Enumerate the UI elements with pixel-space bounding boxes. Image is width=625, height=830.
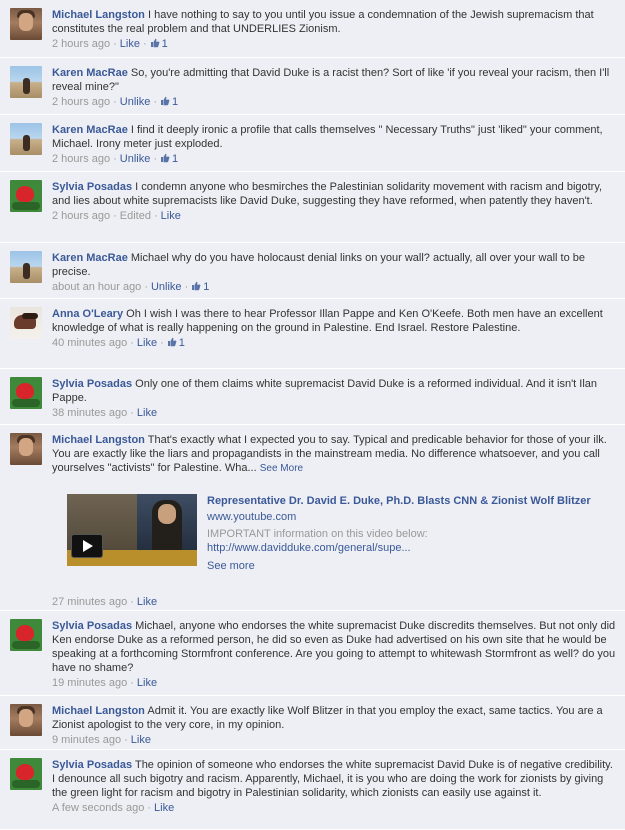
comment-author[interactable]: Michael Langston — [52, 705, 145, 717]
avatar[interactable] — [10, 758, 42, 790]
comment-item: Michael Langston Admit it. You are exact… — [0, 696, 625, 750]
attachment-see-more-link[interactable]: See more — [207, 559, 607, 573]
comment-timestamp: 2 hours ago — [52, 96, 111, 108]
comment-item: Michael Langston I have nothing to say t… — [0, 0, 625, 58]
comment-timestamp: 40 minutes ago — [52, 337, 128, 349]
like-count[interactable]: 1 — [167, 337, 185, 349]
comment-author[interactable]: Anna O'Leary — [52, 308, 123, 320]
thumbs-up-icon — [150, 38, 160, 48]
comment-author[interactable]: Karen MacRae — [52, 252, 128, 264]
edited-label[interactable]: Edited — [120, 210, 151, 222]
comment-author[interactable]: Sylvia Posadas — [52, 181, 132, 193]
comment-meta: about an hour ago · Unlike · 1 — [52, 281, 210, 293]
comment-meta: 2 hours ago · Edited · Like — [52, 210, 181, 222]
comment-timestamp: about an hour ago — [52, 281, 142, 293]
avatar[interactable] — [10, 619, 42, 651]
like-button[interactable]: Like — [137, 596, 157, 608]
comment-item: Sylvia Posadas The opinion of someone wh… — [0, 750, 625, 830]
like-count[interactable]: 1 — [160, 96, 178, 108]
unlike-button[interactable]: Unlike — [151, 281, 182, 293]
comment-timestamp: 19 minutes ago — [52, 677, 128, 689]
comment-item: Karen MacRae I find it deeply ironic a p… — [0, 115, 625, 172]
thumbs-up-icon — [161, 153, 170, 163]
avatar[interactable] — [10, 123, 42, 155]
comment-author[interactable]: Michael Langston — [52, 9, 145, 21]
see-more-link[interactable]: See More — [260, 463, 303, 474]
like-button[interactable]: Like — [131, 734, 151, 746]
comment-meta: A few seconds ago · Like — [52, 802, 175, 814]
comment-author[interactable]: Sylvia Posadas — [52, 759, 132, 771]
like-button[interactable]: Like — [154, 802, 174, 814]
avatar[interactable] — [10, 8, 42, 40]
comment-timestamp: 27 minutes ago — [52, 596, 128, 608]
thumbs-up-icon — [161, 96, 170, 106]
comment-author[interactable]: Karen MacRae — [52, 124, 128, 136]
comment-text: I condemn anyone who besmirches the Pale… — [52, 181, 603, 207]
like-count[interactable]: 1 — [150, 38, 168, 50]
comment-timestamp: 2 hours ago — [52, 38, 111, 50]
attachment-description: IMPORTANT information on this video belo… — [207, 527, 607, 555]
comment-text: Michael, anyone who endorses the white s… — [52, 620, 616, 674]
comment-timestamp: 2 hours ago — [52, 153, 111, 165]
comment-text: The opinion of someone who endorses the … — [52, 759, 613, 799]
avatar[interactable] — [10, 180, 42, 212]
comment-meta: 2 hours ago · Like · 1 — [52, 38, 168, 50]
comment-meta: 9 minutes ago · Like — [52, 734, 151, 746]
comment-item: Michael Langston That's exactly what I e… — [0, 425, 625, 611]
comment-author[interactable]: Michael Langston — [52, 434, 145, 446]
video-thumbnail[interactable] — [67, 494, 197, 566]
comment-meta: 38 minutes ago · Like — [52, 407, 158, 419]
comment-author[interactable]: Sylvia Posadas — [52, 620, 132, 632]
video-attachment: Representative Dr. David E. Duke, Ph.D. … — [52, 494, 617, 594]
avatar[interactable] — [10, 307, 42, 339]
thumbs-up-icon — [192, 281, 201, 291]
comment-timestamp: 9 minutes ago — [52, 734, 122, 746]
avatar[interactable] — [10, 251, 42, 283]
comment-meta: 40 minutes ago · Like · 1 — [52, 337, 185, 349]
attachment-url[interactable]: www.youtube.com — [207, 510, 607, 524]
comment-timestamp: A few seconds ago — [52, 802, 145, 814]
comment-text: Oh I wish I was there to hear Professor … — [52, 308, 603, 334]
comment-text: So, you're admitting that David Duke is … — [52, 67, 610, 93]
like-button[interactable]: Like — [120, 38, 140, 50]
comment-thread: Michael Langston I have nothing to say t… — [0, 0, 625, 830]
like-button[interactable]: Like — [161, 210, 181, 222]
comment-item: Karen MacRae Michael why do you have hol… — [0, 243, 625, 299]
like-button[interactable]: Like — [137, 677, 157, 689]
like-button[interactable]: Like — [137, 337, 157, 349]
comment-meta: 19 minutes ago · Like — [52, 677, 158, 689]
comment-author[interactable]: Karen MacRae — [52, 67, 128, 79]
unlike-button[interactable]: Unlike — [120, 96, 151, 108]
comment-text: I find it deeply ironic a profile that c… — [52, 124, 603, 150]
like-count[interactable]: 1 — [160, 153, 178, 165]
play-icon[interactable] — [71, 534, 103, 558]
comment-meta: 2 hours ago · Unlike · 1 — [52, 153, 179, 165]
comment-item: Karen MacRae So, you're admitting that D… — [0, 58, 625, 115]
like-count[interactable]: 1 — [191, 281, 209, 293]
comment-item: Sylvia Posadas Only one of them claims w… — [0, 369, 625, 425]
comment-timestamp: 38 minutes ago — [52, 407, 128, 419]
comment-text: Michael why do you have holocaust denial… — [52, 252, 585, 278]
like-button[interactable]: Like — [137, 407, 157, 419]
attachment-description-link[interactable]: http://www.davidduke.com/general/supe... — [207, 541, 607, 555]
comment-author[interactable]: Sylvia Posadas — [52, 378, 132, 390]
comment-item: Sylvia Posadas Michael, anyone who endor… — [0, 611, 625, 696]
comment-timestamp: 2 hours ago — [52, 210, 111, 222]
attachment-title[interactable]: Representative Dr. David E. Duke, Ph.D. … — [207, 494, 607, 508]
comment-meta: 2 hours ago · Unlike · 1 — [52, 96, 179, 108]
comment-item: Anna O'Leary Oh I wish I was there to he… — [0, 299, 625, 369]
avatar[interactable] — [10, 66, 42, 98]
comment-text: Only one of them claims white supremacis… — [52, 378, 598, 404]
avatar[interactable] — [10, 377, 42, 409]
comment-item: Sylvia Posadas I condemn anyone who besm… — [0, 172, 625, 243]
avatar[interactable] — [10, 704, 42, 736]
thumbs-up-icon — [167, 337, 177, 347]
avatar[interactable] — [10, 433, 42, 465]
unlike-button[interactable]: Unlike — [120, 153, 151, 165]
comment-meta: 27 minutes ago · Like — [52, 596, 158, 608]
